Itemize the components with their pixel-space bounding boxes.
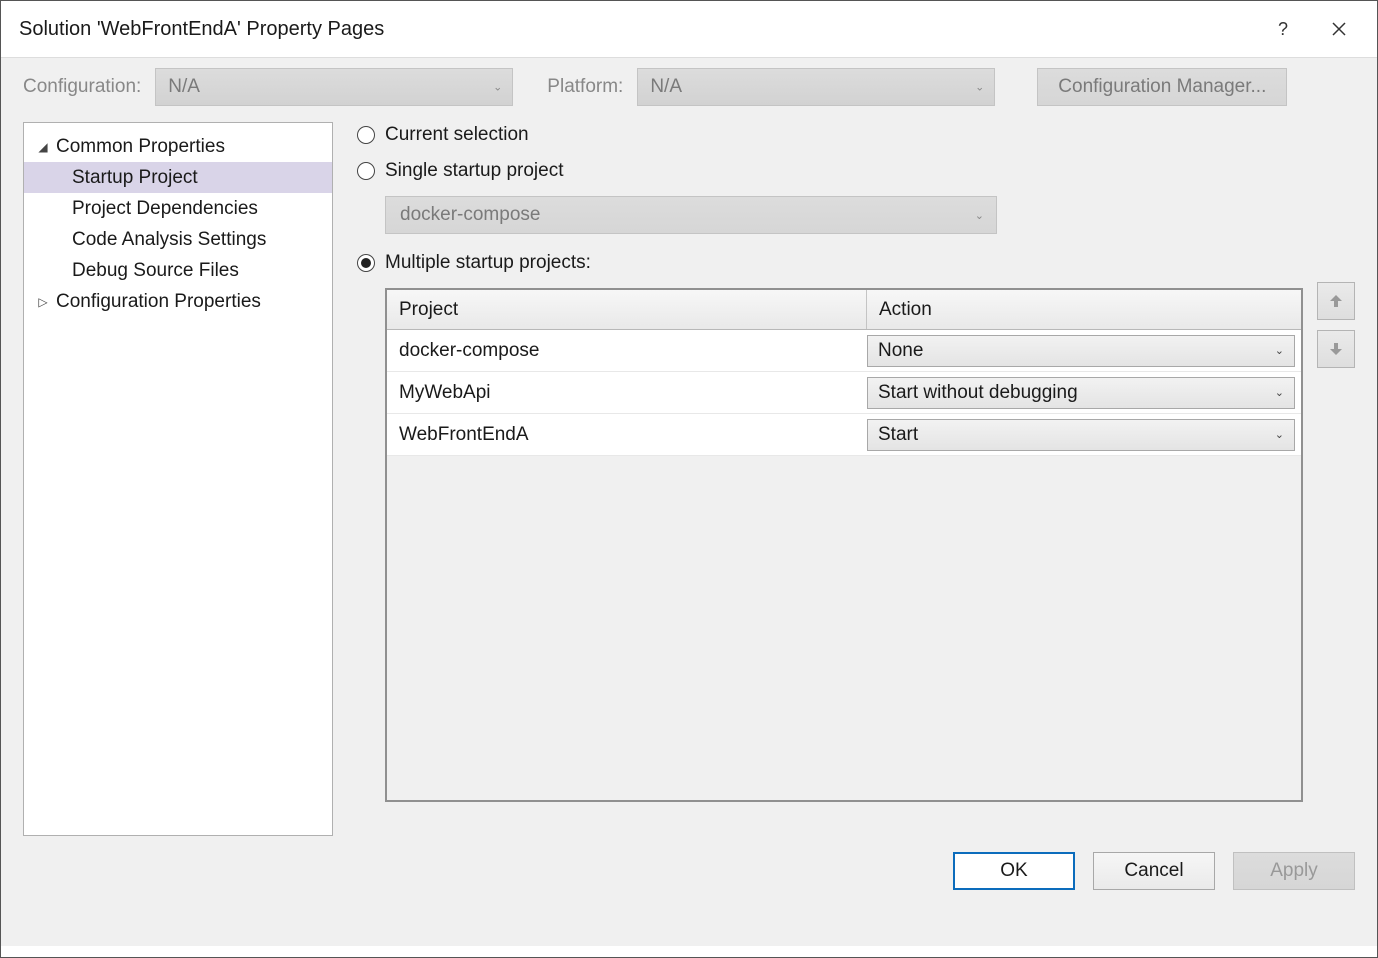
configuration-manager-button[interactable]: Configuration Manager... xyxy=(1037,68,1287,106)
cell-project: MyWebApi xyxy=(387,382,867,404)
ok-button[interactable]: OK xyxy=(953,852,1075,890)
radio-icon xyxy=(357,254,375,272)
configuration-combo[interactable]: N/A ⌄ xyxy=(155,68,513,106)
grid-row[interactable]: WebFrontEndA Start⌄ xyxy=(387,414,1301,456)
chevron-down-icon: ⌄ xyxy=(1275,344,1284,357)
arrow-down-icon xyxy=(1328,341,1344,357)
cancel-button[interactable]: Cancel xyxy=(1093,852,1215,890)
tree-item-debug-source[interactable]: Debug Source Files xyxy=(24,255,332,286)
radio-current-selection[interactable]: Current selection xyxy=(357,124,1303,146)
grid-row[interactable]: docker-compose None⌄ xyxy=(387,330,1301,372)
navigation-tree[interactable]: ◢ Common Properties Startup Project Proj… xyxy=(23,122,333,836)
grid-header: Project Action xyxy=(387,290,1301,330)
tree-item-common-properties[interactable]: ◢ Common Properties xyxy=(24,131,332,162)
row-reorder-buttons xyxy=(1317,122,1355,836)
startup-projects-grid: Project Action docker-compose None⌄ MyWe… xyxy=(385,288,1303,802)
chevron-down-icon: ⌄ xyxy=(1275,386,1284,399)
startup-options: Current selection Single startup project… xyxy=(357,122,1303,836)
tree-item-project-dependencies[interactable]: Project Dependencies xyxy=(24,193,332,224)
grid-body: docker-compose None⌄ MyWebApi Start with… xyxy=(387,330,1301,456)
tree-item-code-analysis[interactable]: Code Analysis Settings xyxy=(24,224,332,255)
help-button[interactable]: ? xyxy=(1255,9,1311,49)
column-header-project[interactable]: Project xyxy=(387,290,867,329)
dialog-footer: OK Cancel Apply xyxy=(1,836,1377,946)
title-bar: Solution 'WebFrontEndA' Property Pages ? xyxy=(1,1,1377,57)
radio-single-startup[interactable]: Single startup project xyxy=(357,160,1303,182)
action-combo[interactable]: Start without debugging⌄ xyxy=(867,377,1295,409)
tree-item-startup-project[interactable]: Startup Project xyxy=(24,162,332,193)
action-combo[interactable]: Start⌄ xyxy=(867,419,1295,451)
expand-collapse-icon[interactable]: ◢ xyxy=(34,140,52,154)
column-header-action[interactable]: Action xyxy=(867,290,1301,329)
configuration-value: N/A xyxy=(168,76,200,98)
radio-icon xyxy=(357,162,375,180)
tree-item-configuration-properties[interactable]: ▷ Configuration Properties xyxy=(24,286,332,317)
expand-collapse-icon[interactable]: ▷ xyxy=(34,295,52,309)
configuration-label: Configuration: xyxy=(23,76,141,98)
chevron-down-icon: ⌄ xyxy=(1275,428,1284,441)
window-title: Solution 'WebFrontEndA' Property Pages xyxy=(19,18,1255,41)
cell-project: WebFrontEndA xyxy=(387,424,867,446)
platform-label: Platform: xyxy=(547,76,623,98)
radio-multiple-startup[interactable]: Multiple startup projects: xyxy=(357,252,1303,274)
move-up-button[interactable] xyxy=(1317,282,1355,320)
grid-row[interactable]: MyWebApi Start without debugging⌄ xyxy=(387,372,1301,414)
chevron-down-icon: ⌄ xyxy=(975,209,984,222)
apply-button[interactable]: Apply xyxy=(1233,852,1355,890)
content-area: ◢ Common Properties Startup Project Proj… xyxy=(1,122,1377,836)
arrow-up-icon xyxy=(1328,293,1344,309)
cell-project: docker-compose xyxy=(387,340,867,362)
move-down-button[interactable] xyxy=(1317,330,1355,368)
configuration-bar: Configuration: N/A ⌄ Platform: N/A ⌄ Con… xyxy=(1,57,1377,122)
main-panel: Current selection Single startup project… xyxy=(357,122,1355,836)
chevron-down-icon: ⌄ xyxy=(493,81,502,94)
platform-combo[interactable]: N/A ⌄ xyxy=(637,68,995,106)
radio-icon xyxy=(357,126,375,144)
close-button[interactable] xyxy=(1311,9,1367,49)
close-icon xyxy=(1332,22,1346,36)
action-combo[interactable]: None⌄ xyxy=(867,335,1295,367)
single-startup-combo[interactable]: docker-compose ⌄ xyxy=(385,196,997,234)
chevron-down-icon: ⌄ xyxy=(975,81,984,94)
platform-value: N/A xyxy=(650,76,682,98)
